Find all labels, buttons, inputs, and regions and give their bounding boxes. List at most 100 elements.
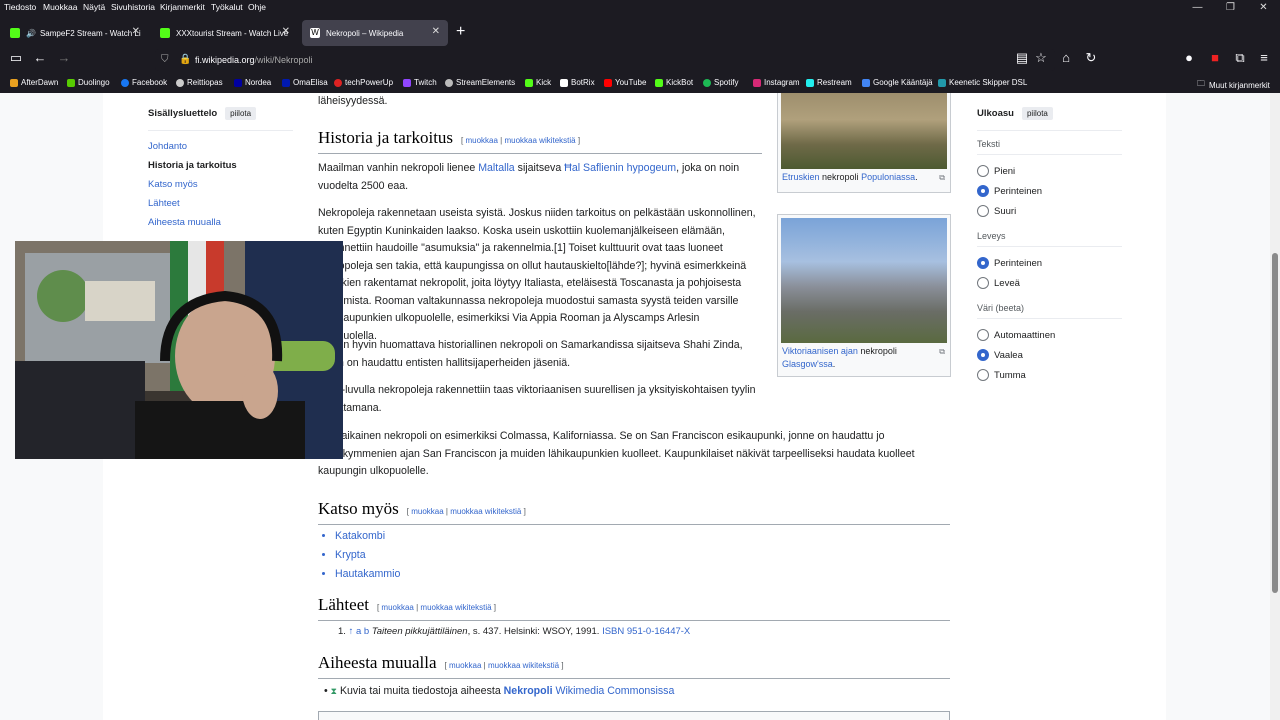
edit-source-link[interactable]: muokkaa wikitekstiä	[504, 136, 575, 145]
group-label-width: Leveys	[977, 231, 1122, 247]
reader-view-icon[interactable]: ▤	[1012, 50, 1032, 66]
toc-item-history[interactable]: Historia ja tarkoitus	[148, 160, 293, 171]
bookmark-spotify[interactable]: Spotify	[703, 78, 738, 87]
reload-icon[interactable]: ↻	[1081, 50, 1101, 66]
radio-width-standard[interactable]: Perinteinen	[977, 257, 1122, 269]
other-bookmarks[interactable]: 🗀 Muut kirjanmerkit	[1197, 78, 1270, 92]
close-window-icon[interactable]: ✕	[1247, 0, 1280, 16]
bookmark-duolingo[interactable]: Duolingo	[67, 78, 110, 87]
isbn-link[interactable]: ISBN 951-0-16447-X	[602, 626, 690, 637]
account-icon[interactable]: ●	[1179, 50, 1199, 65]
radio-button[interactable]	[977, 329, 989, 341]
edit-source-link[interactable]: muokkaa wikitekstiä	[420, 603, 491, 612]
menu-bookmarks[interactable]: Kirjanmerkit	[160, 2, 205, 12]
toc-item-see-also[interactable]: Katso myös	[148, 179, 293, 190]
scrollbar-thumb[interactable]	[1272, 253, 1278, 593]
restore-icon[interactable]: ❐	[1214, 0, 1247, 16]
bookmark-kickbot[interactable]: KickBot	[655, 78, 693, 87]
home-icon[interactable]: ⌂	[1056, 50, 1076, 65]
see-also-item[interactable]: Krypta	[335, 546, 400, 565]
enlarge-icon[interactable]: ⧉	[939, 345, 945, 358]
close-tab-icon[interactable]: ✕	[282, 26, 290, 37]
edit-link[interactable]: muokkaa	[465, 136, 497, 145]
tab-xxxtourist[interactable]: XXXtourist Stream - Watch Live ✕	[152, 20, 298, 46]
page-scrollbar[interactable]	[1270, 93, 1280, 720]
radio-text-standard[interactable]: Perinteinen	[977, 185, 1122, 197]
appearance-panel: Ulkoasu piilota Teksti Pieni Perinteinen …	[977, 107, 1122, 389]
edit-source-link[interactable]: muokkaa wikitekstiä	[488, 661, 559, 670]
enlarge-icon[interactable]: ⧉	[939, 171, 945, 184]
radio-button[interactable]	[977, 277, 989, 289]
radio-text-large[interactable]: Suuri	[977, 205, 1122, 217]
bookmark-star-icon[interactable]: ☆	[1031, 50, 1051, 66]
commons-link-bold[interactable]: Nekropoli	[504, 685, 553, 697]
menu-view[interactable]: Näytä	[83, 2, 105, 12]
appearance-hide-button[interactable]: piilota	[1021, 107, 1053, 120]
radio-width-wide[interactable]: Leveä	[977, 277, 1122, 289]
bookmark-instagram[interactable]: Instagram	[753, 78, 800, 87]
radio-button[interactable]	[977, 349, 989, 361]
forward-icon[interactable]: →	[54, 50, 74, 65]
radio-button[interactable]	[977, 369, 989, 381]
menu-hamburger-icon[interactable]: ≡	[1254, 50, 1274, 65]
toc-item-intro[interactable]: Johdanto	[148, 141, 293, 152]
back-icon[interactable]: ←	[30, 50, 50, 65]
radio-button[interactable]	[977, 165, 989, 177]
close-tab-icon[interactable]: ✕	[432, 26, 440, 37]
link-hypogeum[interactable]: Ħal Saflienin hypogeum	[564, 162, 676, 174]
minimize-icon[interactable]: —	[1181, 0, 1214, 16]
bookmark-google-translate[interactable]: Google Kääntäjä	[862, 78, 933, 87]
see-also-item[interactable]: Hautakammio	[335, 565, 400, 584]
toc-item-references[interactable]: Lähteet	[148, 198, 293, 209]
close-tab-icon[interactable]: ✕	[132, 26, 140, 37]
bookmark-streamelements[interactable]: StreamElements	[445, 78, 515, 87]
toc-hide-button[interactable]: piilota	[225, 107, 257, 120]
edit-source-link[interactable]: muokkaa wikitekstiä	[450, 507, 521, 516]
extension-badge-icon[interactable]: ■	[1205, 50, 1225, 65]
radio-color-dark[interactable]: Tumma	[977, 369, 1122, 381]
bookmark-youtube[interactable]: YouTube	[604, 78, 646, 87]
menu-edit[interactable]: Muokkaa	[43, 2, 78, 12]
commons-link[interactable]: Wikimedia Commonsissa	[553, 685, 674, 697]
radio-button[interactable]	[977, 185, 989, 197]
sidebar-icon[interactable]: ▭	[6, 50, 26, 66]
bookmark-facebook[interactable]: Facebook	[121, 78, 167, 87]
commons-icon: ⧗	[330, 686, 337, 696]
bookmark-botrix[interactable]: BotRix	[560, 78, 595, 87]
shield-icon[interactable]: ⛉	[161, 49, 169, 71]
glasgow-necropolis-image[interactable]	[781, 218, 947, 343]
extensions-icon[interactable]: ⧉	[1230, 50, 1250, 66]
bookmark-reittiopas[interactable]: Reittiopas	[176, 78, 223, 87]
bookmark-keenetic[interactable]: Keenetic Skipper DSL	[938, 78, 1027, 87]
edit-link[interactable]: muokkaa	[449, 661, 481, 670]
tab-nekropoli[interactable]: W Nekropoli – Wikipedia ✕	[302, 20, 448, 46]
bookmark-restream[interactable]: Restream	[806, 78, 852, 87]
bookmark-afterdawn[interactable]: AfterDawn	[10, 78, 58, 87]
new-tab-icon[interactable]: +	[456, 23, 465, 41]
link-malta[interactable]: Maltalla	[478, 162, 515, 174]
see-also-item[interactable]: Katakombi	[335, 527, 400, 546]
bookmark-kick[interactable]: Kick	[525, 78, 551, 87]
heading-history: Historia ja tarkoitus[ muokkaa | muokkaa…	[318, 129, 762, 154]
tab-strip: 🔊 SampeF2 Stream - Watch Li ✕ XXXtourist…	[0, 20, 1280, 46]
menu-help[interactable]: Ohje	[248, 2, 266, 12]
etruscan-tomb-image[interactable]	[781, 93, 947, 169]
bookmark-omaelisa[interactable]: OmaElisa	[282, 78, 328, 87]
address-bar[interactable]: ⛉ 🔒 fi.wikipedia.org/wiki/Nekropoli	[155, 49, 1055, 71]
edit-link[interactable]: muokkaa	[411, 507, 443, 516]
bookmark-twitch[interactable]: Twitch	[403, 78, 437, 87]
lock-icon[interactable]: 🔒	[179, 49, 191, 71]
edit-link[interactable]: muokkaa	[381, 603, 413, 612]
radio-color-light[interactable]: Vaalea	[977, 349, 1122, 361]
tab-sampef2[interactable]: 🔊 SampeF2 Stream - Watch Li ✕	[2, 20, 148, 46]
bookmark-nordea[interactable]: Nordea	[234, 78, 271, 87]
bookmark-techpowerup[interactable]: techPowerUp	[334, 78, 393, 87]
radio-text-small[interactable]: Pieni	[977, 165, 1122, 177]
menu-file[interactable]: Tiedosto	[4, 2, 36, 12]
toc-item-external[interactable]: Aiheesta muualla	[148, 217, 293, 228]
menu-tools[interactable]: Työkalut	[211, 2, 243, 12]
radio-button[interactable]	[977, 257, 989, 269]
radio-color-auto[interactable]: Automaattinen	[977, 329, 1122, 341]
menu-history[interactable]: Sivuhistoria	[111, 2, 155, 12]
radio-button[interactable]	[977, 205, 989, 217]
